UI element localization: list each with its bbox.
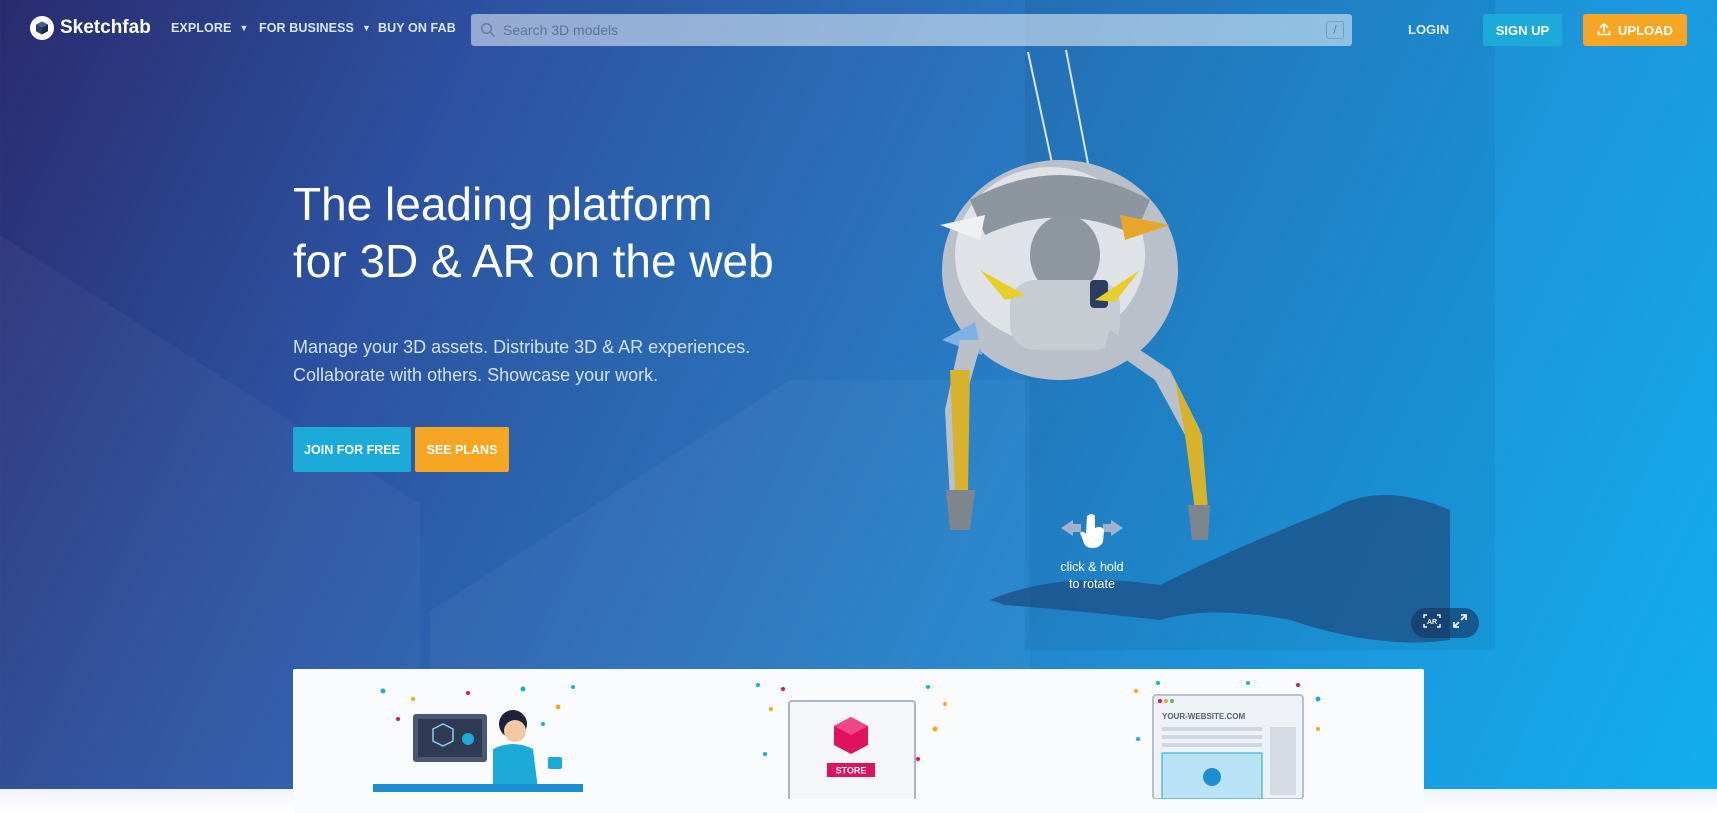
login-link[interactable]: LOGIN <box>1408 22 1449 37</box>
hero-subtitle-line: Manage your 3D assets. Distribute 3D & A… <box>293 337 751 357</box>
caret-down-icon: ▼ <box>239 23 249 33</box>
search-input[interactable] <box>503 22 1203 38</box>
nav-for-business-label: FOR BUSINESS <box>259 21 354 35</box>
brand-name: Sketchfab <box>60 17 151 38</box>
embed-website-illustration: YOUR-WEBSITE.COM <box>1128 679 1338 804</box>
see-plans-button[interactable]: SEE PLANS <box>415 427 509 472</box>
upload-button[interactable]: UPLOAD <box>1583 14 1687 46</box>
store-illustration: STORE <box>753 679 963 804</box>
sketchfab-logo[interactable]: Sketchfab <box>30 15 151 41</box>
drag-hand-icon <box>1059 514 1125 554</box>
viewer-controls: AR <box>1411 608 1479 638</box>
hero-title-line: for 3D & AR on the web <box>293 235 774 287</box>
search-icon <box>480 22 496 43</box>
fullscreen-icon[interactable] <box>1452 613 1468 634</box>
caret-down-icon: ▼ <box>361 23 371 33</box>
rotate-hint-line: to rotate <box>1069 577 1115 591</box>
rotate-hint: click & hold to rotate <box>1050 510 1134 593</box>
svg-text:STORE: STORE <box>836 766 867 776</box>
manage-assets-illustration <box>373 679 583 804</box>
hero-subtitle: Manage your 3D assets. Distribute 3D & A… <box>293 333 853 389</box>
rotate-hint-line: click & hold <box>1060 560 1124 574</box>
nav-buy-on-fab-label: BUY ON FAB <box>378 21 456 35</box>
sketchfab-logo-icon <box>30 16 54 40</box>
nav-explore-label: EXPLORE <box>171 21 232 35</box>
3d-model-viewer[interactable] <box>910 40 1490 660</box>
nav-for-business[interactable]: FOR BUSINESS ▼ <box>259 21 371 35</box>
hero-title-line: The leading platform <box>293 178 713 230</box>
rotate-hint-text: click & hold to rotate <box>1050 559 1134 593</box>
hero-subtitle-line: Collaborate with others. Showcase your w… <box>293 365 659 385</box>
upload-label: UPLOAD <box>1618 22 1673 38</box>
signup-button[interactable]: SIGN UP <box>1483 14 1562 46</box>
svg-text:YOUR-WEBSITE.COM: YOUR-WEBSITE.COM <box>1162 712 1245 721</box>
upload-icon <box>1597 22 1611 39</box>
join-for-free-button[interactable]: JOIN FOR FREE <box>293 427 411 472</box>
ar-view-icon[interactable]: AR <box>1422 613 1442 634</box>
nav-buy-on-fab[interactable]: BUY ON FAB <box>378 21 456 35</box>
svg-text:AR: AR <box>1427 619 1437 626</box>
search-shortcut-key: / <box>1326 21 1344 39</box>
robot-3d-model <box>940 49 1450 643</box>
features-card: STORE YOUR-WEBSITE.COM <box>293 669 1424 813</box>
nav-explore[interactable]: EXPLORE ▼ <box>171 21 248 35</box>
hero-title: The leading platform for 3D & AR on the … <box>293 176 853 290</box>
